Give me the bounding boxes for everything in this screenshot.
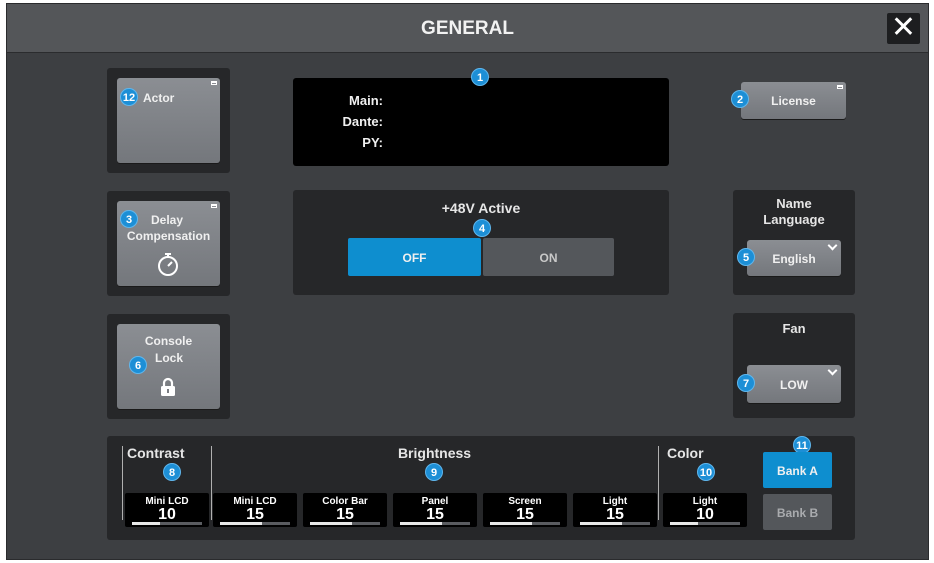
delay-panel: 3 Delay Compensation: [107, 191, 230, 296]
callout-badge-12: 12: [120, 88, 138, 106]
callout-badge-7: 7: [737, 374, 755, 392]
dante-version-label: Dante:: [342, 114, 383, 129]
callout-badge-2: 2: [731, 90, 749, 108]
phantom-power-panel: +48V Active 4 OFF ON: [293, 190, 669, 295]
delay-label-line2: Compensation: [126, 229, 211, 243]
color-light-knob[interactable]: Light 10: [663, 493, 747, 527]
phantom-on-label: ON: [539, 251, 558, 265]
fan-dropdown[interactable]: LOW: [747, 365, 841, 403]
console-lock-panel: Console 6 Lock: [107, 314, 230, 419]
title-bar: GENERAL ✕: [7, 4, 928, 53]
name-language-dropdown[interactable]: English: [747, 240, 841, 276]
name-language-panel: Name Language English 5: [733, 190, 855, 295]
console-lock-label-line1: Console: [144, 334, 193, 348]
level-bar: [132, 522, 202, 525]
general-window: GENERAL ✕ 12 Actor Main: Dante: PY: 1 Li…: [6, 3, 929, 560]
level-fill: [132, 522, 160, 525]
level-bar: [400, 522, 470, 525]
popup-indicator-icon: [211, 204, 217, 208]
display-settings-panel: Contrast 8 Brightness 9 Color 10 Mini LC…: [107, 436, 855, 540]
level-fill: [220, 522, 262, 525]
main-version-label: Main:: [349, 93, 383, 108]
level-bar: [310, 522, 380, 525]
version-display: Main: Dante: PY:: [293, 78, 669, 166]
phantom-power-title: +48V Active: [441, 200, 521, 216]
level-fill: [580, 522, 622, 525]
brightness-color-bar-knob[interactable]: Color Bar 15: [303, 493, 387, 527]
level-bar: [490, 522, 560, 525]
name-language-title-line1: Name: [776, 196, 812, 211]
phantom-off-button[interactable]: OFF: [348, 238, 481, 276]
divider: [122, 446, 123, 520]
console-lock-label-line2: Lock: [155, 351, 184, 365]
popup-indicator-icon: [837, 85, 843, 89]
color-title: Color: [667, 445, 704, 461]
actor-button[interactable]: 12 Actor: [117, 78, 220, 163]
padlock-icon: [161, 377, 175, 396]
callout-badge-10: 10: [697, 463, 715, 481]
level-fill: [400, 522, 442, 525]
chevron-down-icon: [827, 240, 838, 251]
license-button[interactable]: License: [741, 82, 846, 119]
callout-badge-4: 4: [473, 219, 491, 237]
callout-badge-9: 9: [425, 463, 443, 481]
level-bar: [670, 522, 740, 525]
callout-badge-1: 1: [471, 68, 489, 86]
brightness-title: Brightness: [397, 445, 472, 461]
popup-indicator-icon: [211, 81, 217, 85]
bank-b-label: Bank B: [776, 506, 819, 520]
callout-badge-5: 5: [737, 248, 755, 266]
brightness-light-knob[interactable]: Light 15: [573, 493, 657, 527]
contrast-mini-lcd-knob[interactable]: Mini LCD 10: [125, 493, 209, 527]
stopwatch-icon: [158, 253, 178, 276]
bank-a-button[interactable]: Bank A: [763, 452, 832, 488]
name-language-title-line2: Language: [763, 212, 825, 227]
bank-a-label: Bank A: [777, 464, 818, 478]
contrast-title: Contrast: [127, 445, 185, 461]
py-version-label: PY:: [362, 135, 383, 150]
chevron-down-icon: [827, 365, 838, 376]
delay-compensation-button[interactable]: 3 Delay Compensation: [117, 201, 220, 286]
level-fill: [490, 522, 532, 525]
callout-badge-8: 8: [163, 463, 181, 481]
actor-panel: 12 Actor: [107, 68, 230, 173]
brightness-mini-lcd-knob[interactable]: Mini LCD 15: [213, 493, 297, 527]
name-language-value: English: [772, 252, 816, 266]
window-title: GENERAL: [421, 18, 514, 39]
brightness-screen-knob[interactable]: Screen 15: [483, 493, 567, 527]
fan-value: LOW: [780, 378, 808, 392]
close-button[interactable]: ✕: [887, 13, 920, 44]
license-label: License: [771, 94, 816, 108]
actor-label: Actor: [143, 91, 175, 105]
phantom-off-label: OFF: [402, 251, 427, 265]
level-bar: [220, 522, 290, 525]
level-bar: [580, 522, 650, 525]
delay-label-line1: Delay: [151, 213, 184, 227]
level-fill: [310, 522, 352, 525]
bank-b-button[interactable]: Bank B: [763, 494, 832, 530]
level-fill: [670, 522, 698, 525]
brightness-panel-knob[interactable]: Panel 15: [393, 493, 477, 527]
fan-panel: Fan LOW 7: [733, 313, 855, 418]
phantom-on-button[interactable]: ON: [483, 238, 614, 276]
callout-badge-3: 3: [120, 210, 138, 228]
console-lock-button[interactable]: Console 6 Lock: [117, 324, 220, 409]
divider: [658, 446, 659, 520]
fan-title: Fan: [782, 321, 806, 336]
callout-badge-6: 6: [129, 356, 147, 374]
